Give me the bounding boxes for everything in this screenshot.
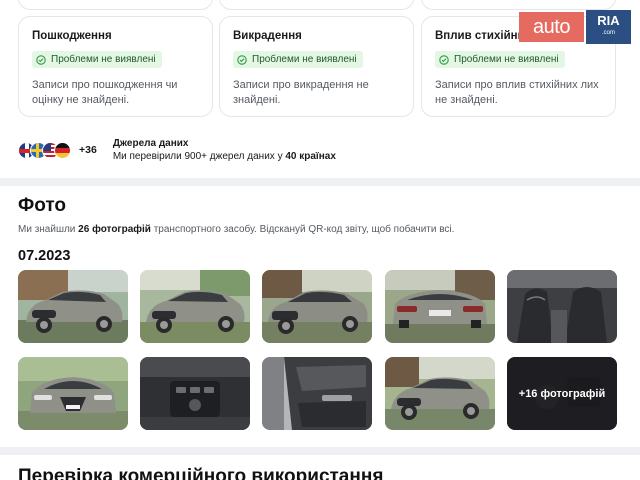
car-front-three-quarter-photo[interactable]: [140, 270, 250, 343]
previous-card-stub: [18, 0, 213, 10]
sources-subtitle: Ми перевірили 900+ джерел даних у 40 кра…: [113, 150, 336, 163]
status-badge-label: Проблеми не виявлені: [252, 54, 357, 65]
germany-flag-icon: [54, 141, 71, 159]
logo-ria-text: RIA: [597, 13, 620, 28]
sources-country-count: 40 країнах: [285, 151, 336, 162]
photo-count: 26 фотографій: [78, 224, 151, 235]
status-badge-label: Проблеми не виявлені: [51, 54, 156, 65]
photo-group-date: 07.2023: [18, 248, 71, 264]
check-circle-icon: [36, 54, 46, 65]
car-front-three-quarter-photo[interactable]: [385, 357, 495, 430]
section-divider: [0, 447, 640, 455]
status-badge: Проблеми не виявлені: [233, 51, 363, 68]
theft-card: Викрадення Проблеми не виявлені Записи п…: [219, 16, 414, 117]
previous-card-stub: [421, 0, 616, 10]
commercial-use-section-title: Перевірка комерційного використання: [18, 466, 384, 480]
previous-card-stub: [219, 0, 414, 10]
car-front-photo[interactable]: [18, 357, 128, 430]
photos-description-prefix: Ми знайшли: [18, 224, 79, 235]
car-front-three-quarter-photo[interactable]: [18, 270, 128, 343]
logo-ria-part: RIA .com: [586, 10, 631, 44]
status-badge-label: Проблеми не виявлені: [454, 54, 559, 65]
section-divider: [0, 178, 640, 186]
photos-section-title: Фото: [18, 195, 67, 216]
extra-countries-count: +36: [79, 144, 97, 156]
car-rear-photo[interactable]: [385, 270, 495, 343]
damage-card: Пошкодження Проблеми не виявлені Записи …: [18, 16, 213, 117]
car-center-console-photo[interactable]: [140, 357, 250, 430]
country-flags: [18, 141, 71, 159]
autoria-logo: auto RIA .com: [519, 10, 631, 44]
more-photos-button[interactable]: +16 фотографій: [507, 357, 617, 430]
check-circle-icon: [439, 54, 449, 65]
more-photos-label: +16 фотографій: [507, 357, 617, 430]
status-badge: Проблеми не виявлені: [435, 51, 565, 68]
sources-title: Джерела даних: [112, 138, 189, 149]
check-circle-icon: [237, 54, 247, 65]
photos-description-suffix: транспортного засобу. Відскануй QR-код з…: [150, 224, 455, 235]
sources-subtitle-text: Ми перевірили 900+ джерел даних у: [112, 151, 286, 162]
card-title: Пошкодження: [32, 30, 112, 42]
card-title: Викрадення: [233, 30, 302, 42]
sources-text: Джерела даних Ми перевірили 900+ джерел …: [113, 137, 336, 163]
car-door-panel-photo[interactable]: [262, 357, 372, 430]
car-interior-seats-photo[interactable]: [507, 270, 617, 343]
car-front-three-quarter-photo[interactable]: [262, 270, 372, 343]
card-description: Записи про викрадення не знайдені.: [233, 78, 369, 107]
status-badge: Проблеми не виявлені: [32, 51, 162, 68]
card-description: Записи про вплив стихійних лих не знайде…: [435, 78, 599, 107]
card-description: Записи про пошкодження чи оцінку не знай…: [32, 78, 178, 107]
logo-auto-part: auto: [519, 12, 584, 42]
data-sources: +36 Джерела даних Ми перевірили 900+ дже…: [18, 136, 336, 164]
logo-domain-text: .com: [601, 30, 615, 36]
photos-description: Ми знайшли 26 фотографій транспортного з…: [18, 224, 454, 235]
